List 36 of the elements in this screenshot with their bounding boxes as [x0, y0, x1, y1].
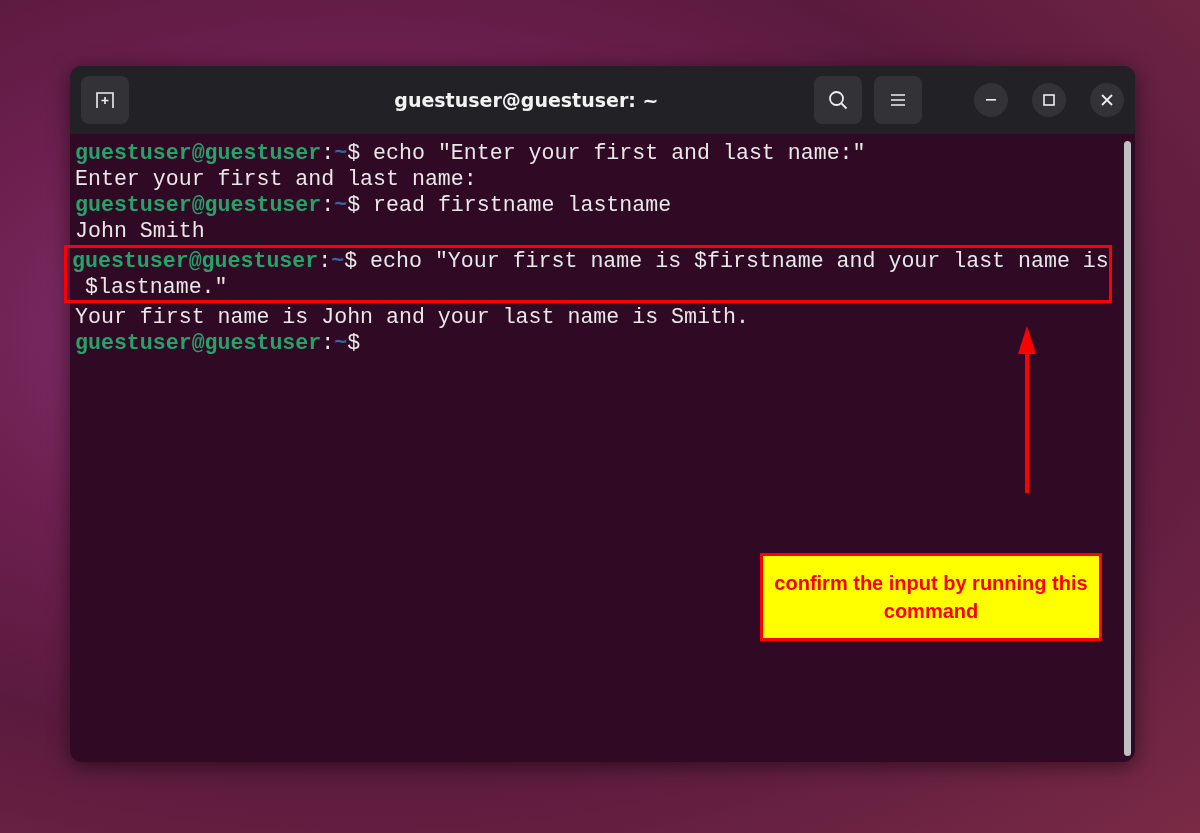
new-tab-icon	[95, 91, 115, 109]
prompt-symbol: $	[347, 141, 361, 165]
command-text: echo "Your first name is $firstname and your last name is	[369, 249, 1109, 273]
maximize-button[interactable]	[1031, 83, 1066, 117]
command-text: echo "Enter your first and last name:"	[372, 141, 866, 165]
prompt-user: guestuser@guestuser	[72, 249, 319, 273]
prompt-path: ~	[334, 193, 348, 217]
menu-button[interactable]	[873, 76, 922, 124]
prompt-path: ~	[334, 141, 348, 165]
menu-icon	[889, 93, 906, 107]
prompt-path: ~	[334, 331, 348, 355]
search-icon	[827, 90, 848, 110]
minimize-icon	[985, 99, 996, 101]
output-text: Enter your first and last name:	[75, 167, 477, 191]
output-text: Your first name is John and your last name is Smith.	[75, 305, 749, 329]
prompt-symbol: $	[344, 249, 358, 273]
new-tab-button[interactable]	[81, 76, 129, 124]
prompt-symbol: $	[347, 331, 361, 355]
prompt-separator: :	[321, 331, 335, 355]
prompt-user: guestuser@guestuser	[75, 141, 322, 165]
prompt-user: guestuser@guestuser	[75, 331, 322, 355]
close-button[interactable]	[1089, 83, 1124, 117]
prompt-separator: :	[318, 249, 332, 273]
command-text: read firstname lastname	[372, 193, 672, 217]
search-button[interactable]	[813, 76, 862, 124]
prompt-user: guestuser@guestuser	[75, 193, 322, 217]
prompt-separator: :	[321, 141, 335, 165]
prompt-path: ~	[331, 249, 345, 273]
output-text: John Smith	[75, 219, 205, 243]
maximize-icon	[1042, 94, 1055, 106]
output-text: $lastname."	[83, 275, 228, 299]
window-title: guestuser@guestuser: ~	[393, 89, 660, 111]
prompt-separator: :	[321, 193, 335, 217]
close-icon	[1100, 94, 1113, 106]
callout-note: confirm the input by running this command	[760, 553, 1102, 641]
prompt-symbol: $	[347, 193, 361, 217]
